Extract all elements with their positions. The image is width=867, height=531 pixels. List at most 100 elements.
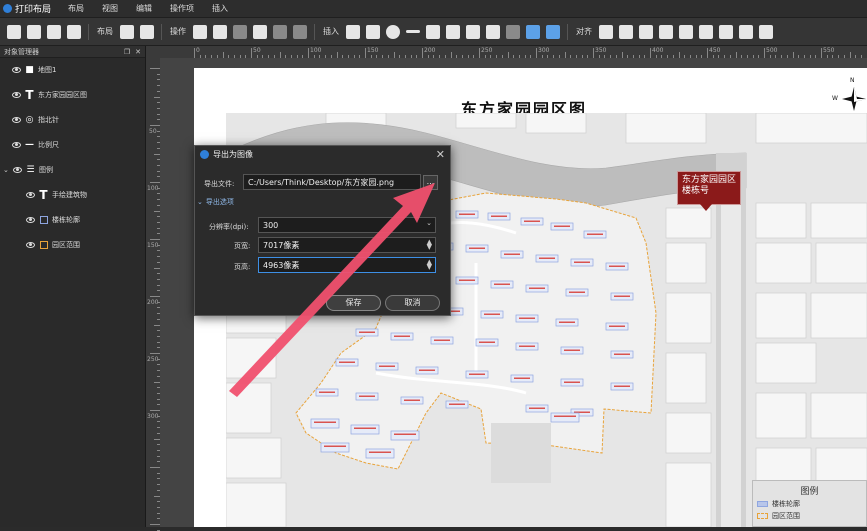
- ruler-number: 400: [652, 47, 663, 54]
- object-manager-panel: 对象管理器 ❐ ✕ ■ 地图1 T 东方家园园区图 ◎ 指北针 — 比例尺 ⌄ …: [0, 46, 146, 527]
- object-manager-title: 对象管理器: [4, 47, 39, 57]
- building-number-mark: [609, 326, 625, 328]
- undo-icon[interactable]: [193, 25, 207, 39]
- export-options-toggle[interactable]: ⌄ 导出选项: [197, 197, 234, 207]
- delete-icon[interactable]: [293, 25, 307, 39]
- distribute-vertical-icon[interactable]: [759, 25, 773, 39]
- callout-line-1: 东方家园园区: [682, 175, 736, 186]
- building-outline: [321, 443, 349, 452]
- layer-item-map[interactable]: ■ 地图1: [12, 59, 56, 81]
- align-left-icon[interactable]: [679, 25, 693, 39]
- export-options-label: 导出选项: [206, 197, 234, 207]
- layer-item-park-boundary[interactable]: 园区范围: [26, 234, 80, 256]
- browse-button[interactable]: ...: [423, 175, 438, 190]
- building-outline: [391, 431, 419, 440]
- menu-insert[interactable]: 插入: [203, 3, 237, 14]
- copy-icon[interactable]: [233, 25, 247, 39]
- building-outline: [351, 425, 379, 434]
- menu-edit[interactable]: 编辑: [127, 3, 161, 14]
- compass-w-label: W: [832, 95, 838, 102]
- building-number-mark: [554, 226, 570, 228]
- building-outline: [311, 419, 339, 428]
- open-icon[interactable]: [27, 25, 41, 39]
- close-panel-icon[interactable]: ✕: [135, 48, 141, 56]
- visibility-eye-icon[interactable]: [26, 217, 35, 223]
- layer-item-hand-drawn-buildings[interactable]: T 手绘建筑物: [26, 184, 87, 206]
- ruler-top[interactable]: 0 50 100 150 200 250 300 350 400 450 500…: [160, 46, 867, 58]
- layer-item-compass[interactable]: ◎ 指北针: [12, 109, 59, 131]
- align-top-icon[interactable]: [639, 25, 653, 39]
- ruler-tick: [150, 410, 160, 411]
- dpi-select[interactable]: 300 ⌄: [258, 217, 436, 233]
- close-icon[interactable]: ✕: [436, 148, 445, 161]
- visibility-eye-icon[interactable]: [26, 242, 35, 248]
- ruler-left[interactable]: 50 100 150 200 250 300: [146, 58, 160, 527]
- layer-item-scalebar[interactable]: — 比例尺: [12, 134, 59, 156]
- visibility-eye-icon[interactable]: [12, 67, 21, 73]
- insert-map-icon[interactable]: [346, 25, 360, 39]
- spinner-icon[interactable]: ▲▼: [427, 240, 432, 250]
- building-number-callout[interactable]: 东方家园园区 楼栋号: [677, 171, 741, 205]
- redo-icon[interactable]: [213, 25, 227, 39]
- align-right-icon[interactable]: [719, 25, 733, 39]
- visibility-eye-icon[interactable]: [12, 92, 21, 98]
- toolbar-separator: [161, 24, 162, 40]
- toolbar-separator: [314, 24, 315, 40]
- select-arrow-icon[interactable]: [140, 25, 154, 39]
- save-icon[interactable]: [47, 25, 61, 39]
- insert-line-icon[interactable]: [406, 30, 420, 33]
- compass-icon: ◎: [25, 116, 34, 125]
- insert-rectangle-icon[interactable]: [466, 25, 480, 39]
- menu-layout[interactable]: 布局: [59, 3, 93, 14]
- visibility-eye-icon[interactable]: [12, 142, 21, 148]
- map-block: [756, 393, 806, 438]
- chevron-down-icon[interactable]: ⌄: [3, 166, 11, 174]
- insert-table-icon[interactable]: [546, 25, 560, 39]
- chevron-down-icon[interactable]: ⌄: [426, 221, 432, 226]
- toolbar: 布局 操作 插入 对齐: [0, 18, 867, 46]
- page-height-field[interactable]: 4963像素 ▲▼: [258, 257, 436, 273]
- save-button[interactable]: 保存: [326, 295, 381, 311]
- visibility-eye-icon[interactable]: [12, 117, 21, 123]
- paste-icon[interactable]: [273, 25, 287, 39]
- insert-image-icon[interactable]: [366, 25, 380, 39]
- insert-polyline-icon[interactable]: [486, 25, 500, 39]
- float-panel-icon[interactable]: ❐: [124, 48, 130, 56]
- print-icon[interactable]: [67, 25, 81, 39]
- insert-legend-icon[interactable]: [446, 25, 460, 39]
- align-layer-up-icon[interactable]: [599, 25, 613, 39]
- toolbar-insert-label: 插入: [323, 26, 339, 37]
- menu-operations[interactable]: 操作项: [161, 3, 203, 14]
- pan-hand-icon[interactable]: [120, 25, 134, 39]
- menu-view[interactable]: 视图: [93, 3, 127, 14]
- visibility-eye-icon[interactable]: [13, 167, 22, 173]
- insert-circle-icon[interactable]: [386, 25, 400, 39]
- ruler-tick: [764, 48, 765, 58]
- map-block: [456, 113, 516, 128]
- insert-scalebar-icon[interactable]: [506, 25, 520, 39]
- visibility-eye-icon[interactable]: [26, 192, 35, 198]
- north-arrow-compass[interactable]: N W: [838, 85, 866, 113]
- spinner-icon[interactable]: ▲▼: [427, 260, 432, 270]
- building-number-mark: [319, 392, 335, 394]
- toolbar-layout-label: 布局: [97, 26, 113, 37]
- map-block: [756, 293, 806, 338]
- align-layer-down-icon[interactable]: [619, 25, 633, 39]
- align-center-icon[interactable]: [699, 25, 713, 39]
- layer-item-building-outline[interactable]: 楼栋轮廓: [26, 209, 80, 231]
- map-block: [666, 208, 711, 238]
- cut-icon[interactable]: [253, 25, 267, 39]
- layer-item-title-text[interactable]: T 东方家园园区图: [12, 84, 87, 106]
- page-width-field[interactable]: 7017像素 ▲▼: [258, 237, 436, 253]
- insert-callout-icon[interactable]: [526, 25, 540, 39]
- align-bottom-icon[interactable]: [659, 25, 673, 39]
- distribute-horizontal-icon[interactable]: [739, 25, 753, 39]
- building-number-mark: [514, 378, 530, 380]
- map-legend[interactable]: 图例 楼栋轮廓 园区范围: [752, 480, 867, 527]
- new-icon[interactable]: [7, 25, 21, 39]
- insert-text-icon[interactable]: [426, 25, 440, 39]
- cancel-button[interactable]: 取消: [385, 295, 440, 311]
- ruler-tick: [707, 48, 708, 58]
- layer-item-legend[interactable]: ⌄ ☰ 图例: [3, 159, 53, 181]
- export-file-field[interactable]: C:/Users/Think/Desktop/东方家园.png: [243, 174, 421, 190]
